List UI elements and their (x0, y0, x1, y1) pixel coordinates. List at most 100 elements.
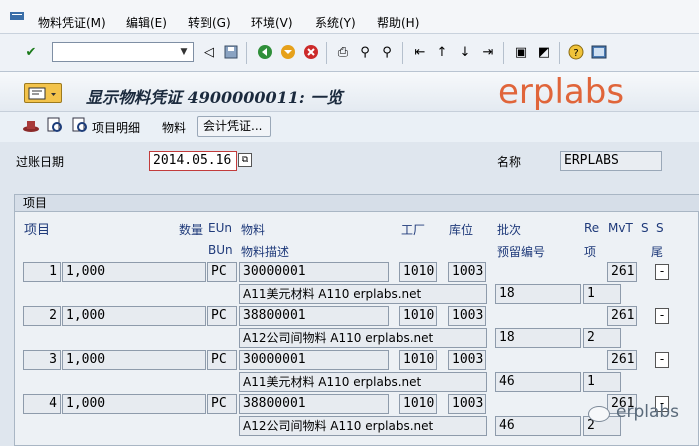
find-icon[interactable]: ⚲ (356, 43, 374, 61)
reservation-field[interactable]: 18 (495, 328, 581, 348)
col-header-final: 尾 (651, 245, 664, 259)
toolbar-divider (559, 42, 560, 64)
unit-field[interactable]: PC (207, 306, 237, 326)
item-detail-icon[interactable] (71, 116, 89, 134)
mvt-field[interactable]: 261 (607, 350, 637, 370)
col-header-item: 项目 (24, 223, 51, 238)
display-doc-icon[interactable] (46, 116, 64, 134)
footer-watermark-text: erplabs (616, 402, 680, 422)
col-header-bun: BUn (208, 243, 233, 257)
toolbar-divider (402, 42, 403, 64)
prev-page-icon[interactable]: ↑ (433, 43, 451, 61)
material-desc-field[interactable]: A12公司间物料 A110 erplabs.net (239, 416, 487, 436)
quantity-field[interactable]: 1,000 (62, 394, 206, 414)
page-title: 显示物料凭证 4900000011: 一览 (86, 88, 343, 107)
stock-indicator[interactable]: - (655, 352, 669, 368)
next-page-icon[interactable]: ↓ (456, 43, 474, 61)
first-page-icon[interactable]: ⇤ (411, 43, 429, 61)
plant-field[interactable]: 1010 (399, 306, 437, 326)
back-arrow-icon[interactable]: ◁ (200, 43, 218, 61)
material-field[interactable]: 38800001 (239, 394, 389, 414)
unit-field[interactable]: PC (207, 394, 237, 414)
col-header-s1: S (641, 221, 649, 235)
plant-field[interactable]: 1010 (399, 262, 437, 282)
material-desc-field[interactable]: A11美元材料 A110 erplabs.net (239, 372, 487, 392)
accounting-docs-button[interactable]: 会计凭证... (197, 116, 271, 137)
col-header-mat-desc: 物料描述 (241, 245, 290, 259)
print-icon[interactable]: ⎙ (334, 43, 352, 61)
posting-date-field[interactable]: 2014.05.16 (149, 151, 237, 171)
exit-icon[interactable] (279, 43, 297, 61)
quantity-field[interactable]: 1,000 (62, 306, 206, 326)
posting-date-value: 2014.05.16 (153, 153, 232, 168)
item-number-field[interactable]: 1 (23, 262, 61, 282)
menu-goto[interactable]: 转到(G) (188, 14, 231, 31)
reservation-field[interactable]: 46 (495, 416, 581, 436)
sloc-field[interactable]: 1003 (448, 306, 486, 326)
stock-indicator[interactable]: - (655, 264, 669, 280)
enter-check-icon[interactable]: ✔ (22, 43, 40, 61)
item-number-field[interactable]: 3 (23, 350, 61, 370)
svg-text:?: ? (573, 48, 578, 59)
find-next-icon[interactable]: ⚲ (378, 43, 396, 61)
quantity-field[interactable]: 1,000 (62, 262, 206, 282)
name-field[interactable]: ERPLABS (560, 151, 662, 171)
standard-toolbar: ✔ ▼ ◁ ⎙ ⚲ ⚲ ⇤ ↑ ↓ ⇥ ▣ ◩ ? (0, 34, 699, 72)
material-field[interactable]: 38800001 (239, 306, 389, 326)
col-header-res-item: 项 (584, 245, 597, 259)
sap-window-icon[interactable] (10, 11, 24, 21)
col-header-s2: S (656, 221, 664, 235)
material-field[interactable]: 30000001 (239, 262, 389, 282)
back-icon[interactable] (256, 43, 274, 61)
calendar-icon[interactable]: ⧉ (238, 153, 252, 167)
sap-menu-icon (28, 87, 56, 100)
item-number-field[interactable]: 4 (23, 394, 61, 414)
toolbar-divider (326, 42, 327, 64)
chevron-down-icon[interactable]: ▼ (176, 44, 192, 60)
reservation-item-field[interactable]: 1 (583, 284, 621, 304)
cancel-icon[interactable] (302, 43, 320, 61)
menu-material-document[interactable]: 物料凭证(M) (38, 14, 106, 31)
sloc-field[interactable]: 1003 (448, 350, 486, 370)
layout-menu-icon[interactable] (590, 43, 608, 61)
menu-bar: 物料凭证(M) 编辑(E) 转到(G) 环境(V) 系统(Y) 帮助(H) (0, 0, 699, 34)
col-header-plant: 工厂 (401, 223, 426, 237)
unit-field[interactable]: PC (207, 350, 237, 370)
plant-field[interactable]: 1010 (399, 350, 437, 370)
menu-edit[interactable]: 编辑(E) (126, 14, 167, 31)
command-field[interactable]: ▼ (52, 42, 194, 62)
mvt-field[interactable]: 261 (607, 262, 637, 282)
unit-field[interactable]: PC (207, 262, 237, 282)
sloc-field[interactable]: 1003 (448, 394, 486, 414)
plant-field[interactable]: 1010 (399, 394, 437, 414)
menu-environment[interactable]: 环境(V) (251, 14, 293, 31)
item-number-field[interactable]: 2 (23, 306, 61, 326)
item-detail-button[interactable]: 项目明细 (92, 119, 140, 136)
col-header-sloc: 库位 (449, 223, 474, 237)
hat-icon[interactable] (22, 116, 40, 134)
material-desc-field[interactable]: A12公司间物料 A110 erplabs.net (239, 328, 487, 348)
help-icon[interactable]: ? (567, 43, 585, 61)
mvt-field[interactable]: 261 (607, 306, 637, 326)
sloc-field[interactable]: 1003 (448, 262, 486, 282)
material-field[interactable]: 30000001 (239, 350, 389, 370)
reservation-item-field[interactable]: 2 (583, 328, 621, 348)
stock-indicator[interactable]: - (655, 308, 669, 324)
menu-help[interactable]: 帮助(H) (377, 14, 419, 31)
wechat-logo-icon (588, 406, 610, 422)
shortcut-icon[interactable]: ◩ (535, 43, 553, 61)
menu-system[interactable]: 系统(Y) (315, 14, 356, 31)
reservation-field[interactable]: 18 (495, 284, 581, 304)
last-page-icon[interactable]: ⇥ (479, 43, 497, 61)
reservation-field[interactable]: 46 (495, 372, 581, 392)
posting-date-label: 过账日期 (16, 155, 65, 169)
reservation-item-field[interactable]: 1 (583, 372, 621, 392)
material-button[interactable]: 物料 (162, 119, 186, 136)
save-icon[interactable] (222, 43, 240, 61)
material-desc-field[interactable]: A11美元材料 A110 erplabs.net (239, 284, 487, 304)
new-session-icon[interactable]: ▣ (512, 43, 530, 61)
quantity-field[interactable]: 1,000 (62, 350, 206, 370)
col-header-mvt: MvT (608, 221, 633, 235)
menu-button[interactable] (24, 83, 62, 103)
name-label: 名称 (497, 155, 522, 169)
